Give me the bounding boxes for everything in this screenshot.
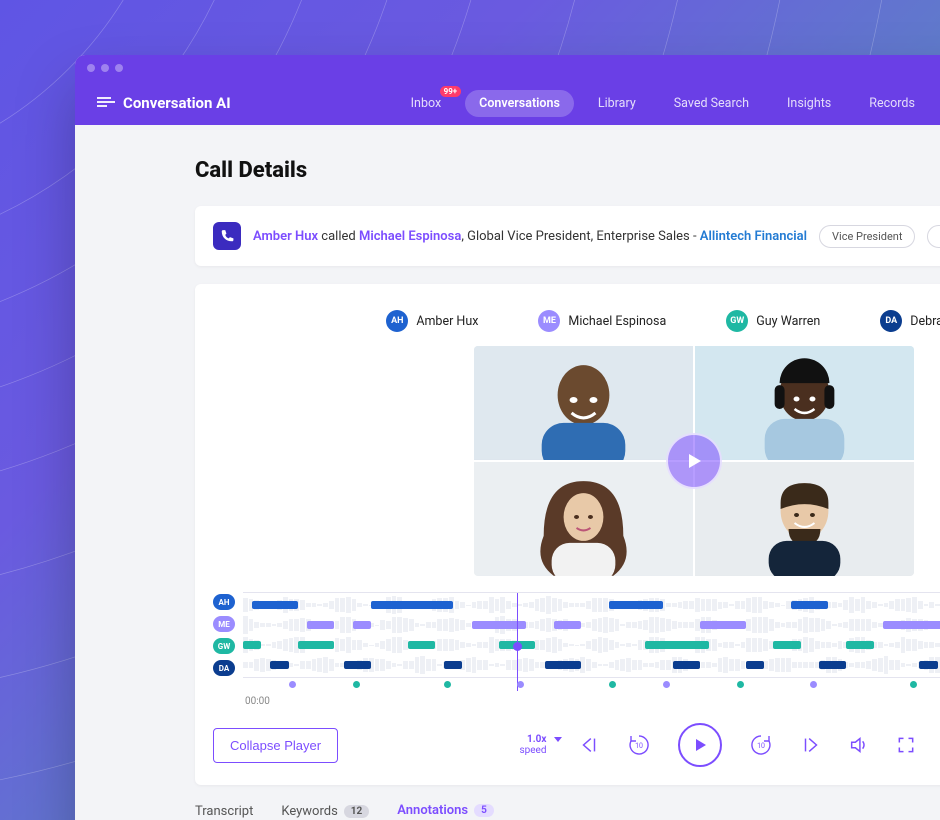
participant[interactable]: GW Guy Warren: [726, 310, 820, 332]
waveform-marker[interactable]: [910, 681, 917, 688]
nav-badge: 99+: [440, 86, 462, 97]
app-window: Conversation AI Inbox99+ Conversations Lib…: [75, 55, 940, 820]
participant-name: Michael Espinosa: [568, 314, 666, 329]
top-nav: Conversation AI Inbox99+ Conversations Lib…: [75, 81, 940, 125]
volume-button[interactable]: [848, 734, 870, 756]
waveform-track-label: DA: [213, 660, 235, 676]
tab-count: 12: [344, 805, 369, 818]
nav-saved-search[interactable]: Saved Search: [660, 90, 763, 117]
player-controls: Collapse Player 1.0x speed 10: [213, 711, 940, 785]
detail-tabs: Transcript Keywords12 Annotations5: [195, 793, 940, 820]
forward-10-button[interactable]: 10: [748, 732, 774, 758]
rewind-10-button[interactable]: 10: [626, 732, 652, 758]
window-dot: [101, 64, 109, 72]
window-dot: [115, 64, 123, 72]
video-tile: [695, 346, 914, 460]
svg-text:10: 10: [758, 742, 766, 750]
tab-count: 5: [474, 804, 494, 817]
call-summary-text: Amber Hux called Michael Espinosa, Globa…: [253, 229, 807, 244]
video-tile: [695, 462, 914, 576]
waveform-track[interactable]: [243, 635, 940, 655]
waveform-marker[interactable]: [353, 681, 360, 688]
waveform-track[interactable]: [243, 595, 940, 615]
participant-name: Guy Warren: [756, 314, 820, 329]
waveform-marker[interactable]: [737, 681, 744, 688]
waveform-marker[interactable]: [444, 681, 451, 688]
participant-avatar: DA: [880, 310, 902, 332]
skip-back-button[interactable]: [578, 734, 600, 756]
waveform-marker[interactable]: [517, 681, 524, 688]
participant[interactable]: ME Michael Espinosa: [538, 310, 666, 332]
collapse-player-button[interactable]: Collapse Player: [213, 728, 338, 763]
playhead[interactable]: [517, 593, 518, 691]
brand-icon: [97, 97, 115, 109]
waveform-marker[interactable]: [609, 681, 616, 688]
page-title: Call Details: [195, 158, 307, 183]
time-start: 00:00: [245, 696, 940, 707]
brand[interactable]: Conversation AI: [97, 94, 231, 112]
play-button[interactable]: [678, 723, 722, 767]
waveform-marker[interactable]: [810, 681, 817, 688]
participant[interactable]: AH Amber Hux: [386, 310, 478, 332]
brand-label: Conversation AI: [123, 94, 231, 112]
participant-avatar: AH: [386, 310, 408, 332]
tag-pill[interactable]: Vice President: [819, 225, 915, 248]
nav-library[interactable]: Library: [584, 90, 650, 117]
page-body: Call Details Create N Amber Hux called M…: [75, 125, 940, 820]
nav-conversations[interactable]: Conversations: [465, 90, 574, 117]
waveform-track[interactable]: [243, 655, 940, 675]
video-grid: [474, 346, 914, 576]
waveform-track-label: AH: [213, 594, 235, 610]
tab-keywords[interactable]: Keywords12: [281, 794, 369, 820]
waveform-marker[interactable]: [663, 681, 670, 688]
speed-selector[interactable]: 1.0x speed: [519, 734, 552, 757]
svg-text:10: 10: [636, 742, 644, 750]
participant-avatar: ME: [538, 310, 560, 332]
waveform-marker[interactable]: [289, 681, 296, 688]
video-area: [213, 346, 940, 582]
waveform-track[interactable]: [243, 615, 940, 635]
participant-name: Amber Hux: [416, 314, 478, 329]
tag-pill[interactable]: Marketing Lead Qualification: [927, 225, 940, 248]
window-chrome: [75, 55, 940, 81]
video-tile: [474, 462, 693, 576]
company-name[interactable]: Allintech Financial: [700, 229, 807, 244]
window-dot: [87, 64, 95, 72]
player-card: AH Amber Hux ME Michael Espinosa GW Guy Warre…: [195, 284, 940, 785]
call-summary-card: Amber Hux called Michael Espinosa, Globa…: [195, 206, 940, 266]
call-icon: [213, 222, 241, 250]
participant-avatar: GW: [726, 310, 748, 332]
waveform[interactable]: AH ME GW DA 00:00: [213, 582, 940, 711]
participant-name: Debra Alexander: [910, 314, 940, 329]
nav-records[interactable]: Records: [855, 90, 929, 117]
play-overlay-button[interactable]: [666, 433, 722, 489]
nav-inbox[interactable]: Inbox99+: [397, 90, 456, 117]
caller-name[interactable]: Amber Hux: [253, 229, 318, 244]
waveform-track-label: ME: [213, 616, 235, 632]
nav-insights[interactable]: Insights: [773, 90, 845, 117]
callee-name[interactable]: Michael Espinosa: [359, 229, 461, 244]
waveform-track-label: GW: [213, 638, 235, 654]
video-tile: [474, 346, 693, 460]
fullscreen-button[interactable]: [896, 735, 916, 755]
participant[interactable]: DA Debra Alexander: [880, 310, 940, 332]
skip-forward-button[interactable]: [800, 734, 822, 756]
tab-annotations[interactable]: Annotations5: [397, 793, 494, 820]
tab-transcript[interactable]: Transcript: [195, 794, 253, 820]
